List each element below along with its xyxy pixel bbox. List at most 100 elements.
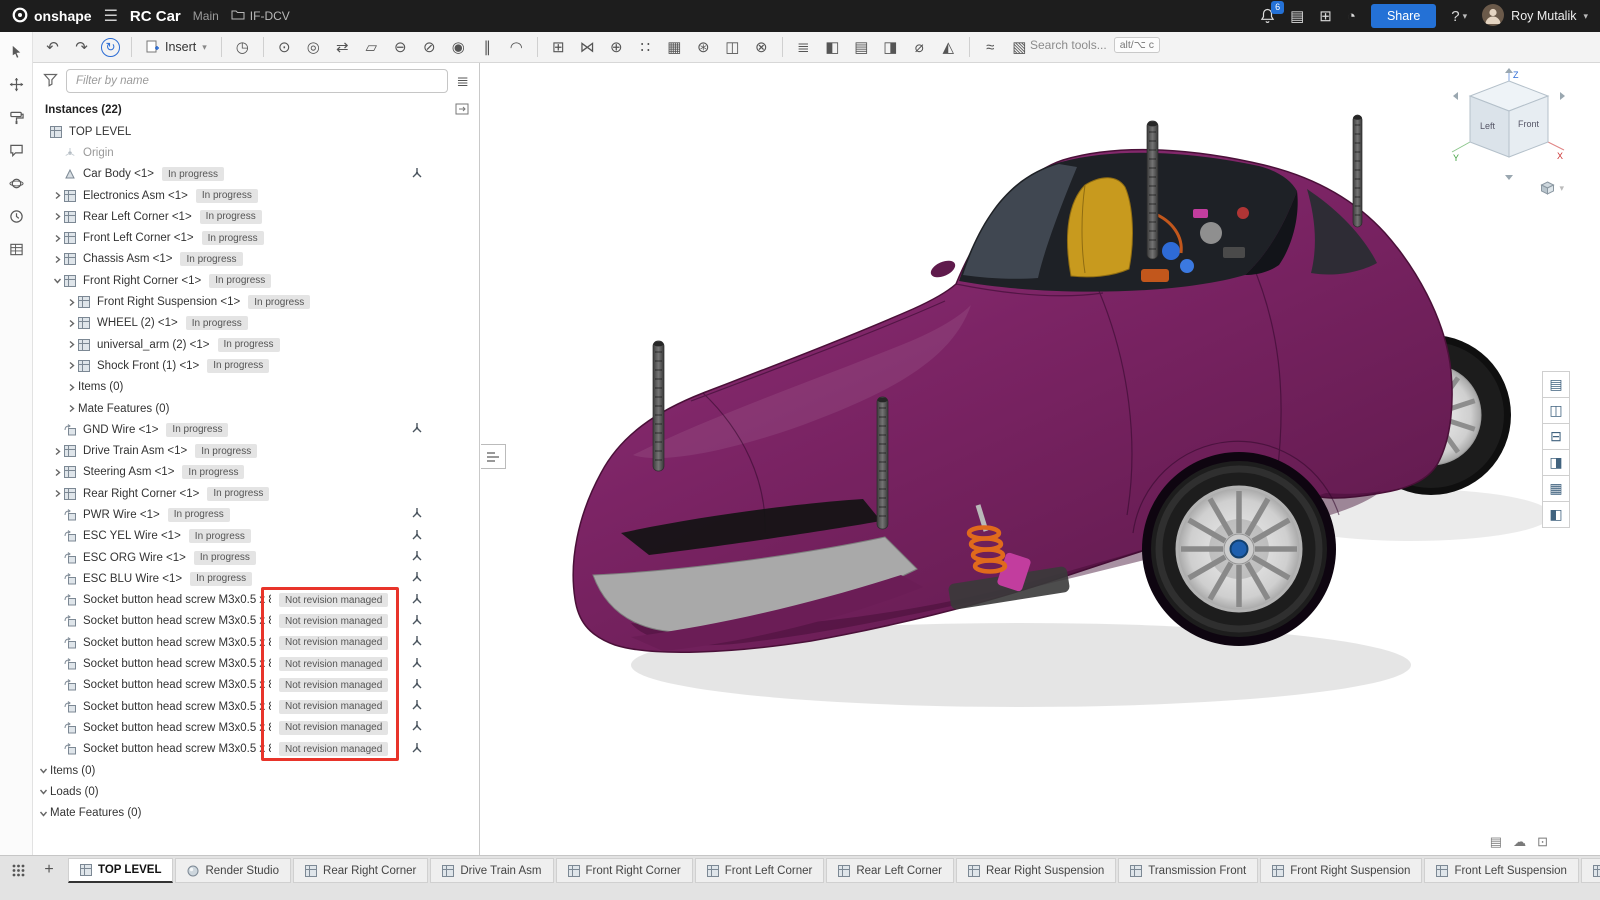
tool-mirror-icon[interactable]: ◫ [719,35,746,59]
panel-flyout-handle[interactable] [481,444,506,469]
chevron-down-icon[interactable] [51,276,64,285]
view-cube-left-label[interactable]: Left [1480,121,1496,131]
chevron-down-icon[interactable] [37,809,50,818]
tool-display-states-icon[interactable]: ◧ [819,35,846,59]
chevron-right-icon[interactable] [65,319,78,328]
help-menu[interactable]: ?▾ [1451,8,1467,25]
tool-fastened-mate-icon[interactable]: ⊙ [271,35,298,59]
named-views-icon[interactable]: ◫ [1542,397,1570,424]
rc-car-3d-model[interactable] [481,63,1600,855]
chevron-right-icon[interactable] [65,361,78,370]
tab-render-studio[interactable]: Render Studio [175,858,291,883]
tab-manager-icon[interactable] [6,858,30,882]
tree-row[interactable]: Socket button head screw M3x0.5 x 8 <3>N… [33,739,479,760]
tree-row[interactable]: ESC YEL Wire <1>In progress [33,526,479,547]
mate-connector-icon[interactable] [411,550,423,565]
chevron-right-icon[interactable] [65,383,78,392]
tool-explode-icon[interactable]: ⊗ [748,35,775,59]
chevron-right-icon[interactable] [51,191,64,200]
tab-drive-train-asm[interactable]: Drive Train Asm [430,858,553,883]
rotate-down-arrow[interactable] [1505,175,1513,180]
tree-row[interactable]: Chassis Asm <1>In progress [33,249,479,270]
mate-connector-icon[interactable] [411,635,423,650]
tree-row[interactable]: Car Body <1>In progress [33,164,479,185]
tool-simulation-icon[interactable]: ≈ [977,35,1004,59]
mate-connector-icon[interactable] [411,167,423,182]
chevron-right-icon[interactable] [51,212,64,221]
tab-front-left-corner[interactable]: Front Left Corner [695,858,825,883]
tab-transmission-front[interactable]: Transmission Front [1118,858,1258,883]
list-view-options-icon[interactable]: ≣ [456,72,469,90]
tree-row[interactable]: Socket button head screw M3x0.5 x 8 <5>N… [33,611,479,632]
tool-cylindrical-mate-icon[interactable]: ⊖ [387,35,414,59]
rotate-up-arrow[interactable] [1505,68,1513,73]
tab-front-right-suspension[interactable]: Front Right Suspension [1260,858,1422,883]
bom-table-icon[interactable]: ▤ [1542,371,1570,398]
tool-group-icon[interactable]: ⊞ [545,35,572,59]
apps-grid-icon[interactable]: ⊞ [1319,7,1332,25]
tree-row[interactable]: Items (0) [33,760,479,781]
chevron-right-icon[interactable] [51,468,64,477]
chevron-right-icon[interactable] [51,447,64,456]
tool-measure-icon[interactable]: ⌀ [906,35,933,59]
select-tool-icon[interactable] [6,41,26,61]
tool-pin-slot-mate-icon[interactable]: ⊘ [416,35,443,59]
mate-connector-icon[interactable] [411,571,423,586]
workspace-name[interactable]: Main [193,9,219,23]
view-cube-front-label[interactable]: Front [1518,119,1540,129]
tree-row[interactable]: Shock Front (1) <1>In progress [33,355,479,376]
tool-named-positions-icon[interactable]: ≣ [790,35,817,59]
front-wheel[interactable] [1142,452,1336,646]
update-references-button[interactable]: ↻ [101,38,120,57]
undo-button[interactable]: ↶ [39,35,66,59]
reports-icon[interactable]: ▤ [1290,7,1304,25]
mate-connector-icon[interactable] [411,742,423,757]
comment-icon[interactable] [6,140,26,160]
graphics-viewport[interactable]: Left Front Z Y X ▾ ▤◫⊟◨▦◧ ▤☁⊡ [481,63,1600,855]
tab-front-right-corner[interactable]: Front Right Corner [556,858,693,883]
chevron-down-icon[interactable] [37,787,50,796]
mate-connector-icon[interactable] [411,720,423,735]
search-tools[interactable]: Search tools... alt/⌥ c [1030,37,1160,53]
tab-front-left-suspension[interactable]: Front Left Suspension [1424,858,1579,883]
tool-mate-connector-icon[interactable]: ◷ [229,35,256,59]
tool-linear-pattern-icon[interactable]: ▦ [661,35,688,59]
notifications-icon[interactable]: 6 [1260,8,1275,24]
view-options-button[interactable]: ▾ [1540,181,1564,195]
tree-row[interactable]: Mate Features (0) [33,398,479,419]
configuration-panel-icon[interactable]: ◧ [1542,501,1570,528]
tree-row[interactable]: GND Wire <1>In progress [33,419,479,440]
view-cube[interactable]: Left Front Z Y X [1444,67,1574,185]
add-tab-button[interactable]: + [37,858,61,882]
appearance-panel-icon[interactable]: ▦ [1542,475,1570,502]
tree-row[interactable]: Steering Asm <1>In progress [33,462,479,483]
appearance-tool-icon[interactable] [6,107,26,127]
mate-connector-icon[interactable] [411,529,423,544]
tree-row[interactable]: TOP LEVEL [33,121,479,142]
tree-row[interactable]: Front Right Suspension <1>In progress [33,291,479,312]
tree-row[interactable]: Loads (0) [33,781,479,802]
folder-breadcrumb[interactable]: IF-DCV [231,9,290,23]
rotate-left-arrow[interactable] [1453,92,1458,100]
tab-rear-l[interactable]: Rear L [1581,858,1600,883]
tree-row[interactable]: Socket button head screw M3x0.5 x 8 <6>N… [33,675,479,696]
tree-row[interactable]: Mate Features (0) [33,803,479,824]
tree-row[interactable]: Drive Train Asm <1>In progress [33,440,479,461]
chevron-right-icon[interactable] [65,340,78,349]
filter-input[interactable] [66,69,448,93]
main-menu-icon[interactable]: ☰ [104,6,118,26]
tool-planar-mate-icon[interactable]: ▱ [358,35,385,59]
mate-connector-icon[interactable] [411,422,423,437]
section-view-icon[interactable]: ⊟ [1542,423,1570,450]
tree-row[interactable]: Rear Left Corner <1>In progress [33,206,479,227]
tree-row[interactable]: Socket button head screw M3x0.5 x 8 <4>N… [33,590,479,611]
tree-row[interactable]: ESC BLU Wire <1>In progress [33,568,479,589]
tab-rear-left-corner[interactable]: Rear Left Corner [826,858,954,883]
tool-replicate-icon[interactable]: ∷ [632,35,659,59]
tree-row[interactable]: Electronics Asm <1>In progress [33,185,479,206]
scene-settings-icon[interactable]: ⊡ [1537,834,1548,850]
tree-row[interactable]: Socket button head screw M3x0.5 x 8 <8>N… [33,717,479,738]
transform-tool-icon[interactable] [6,74,26,94]
learning-center-icon[interactable]: ◔ [1347,8,1356,25]
bom-icon[interactable] [6,239,26,259]
